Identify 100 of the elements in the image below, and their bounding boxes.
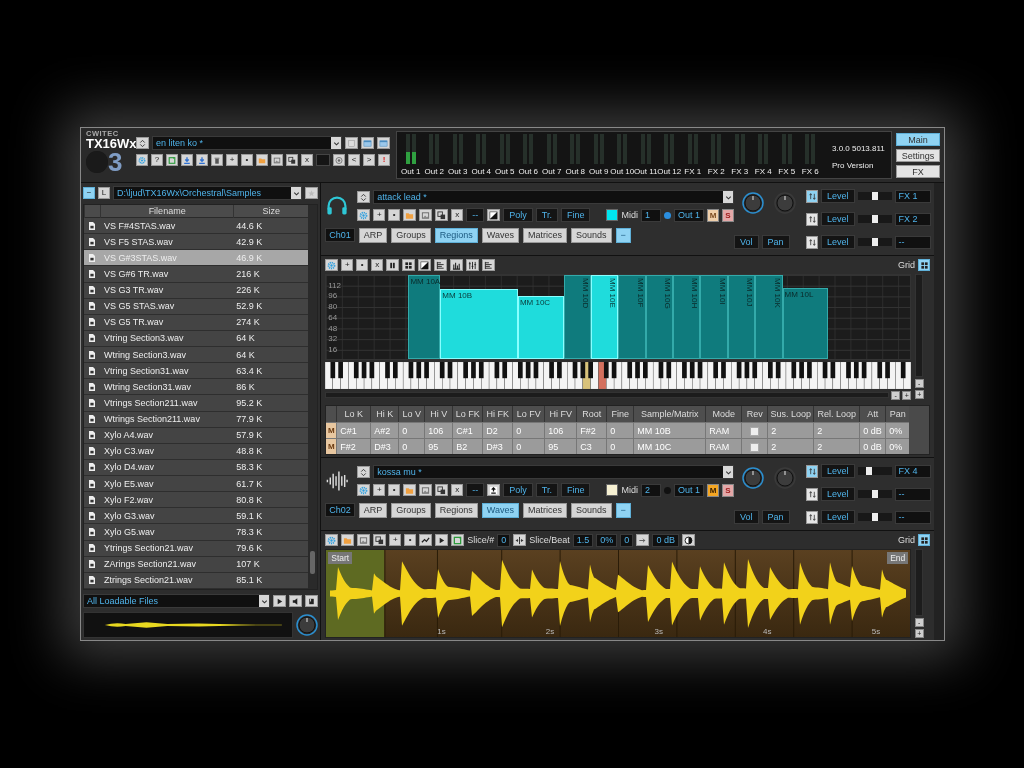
gear-button[interactable] — [357, 484, 371, 496]
contrast-button[interactable] — [487, 209, 501, 221]
level-button[interactable]: Level — [821, 464, 855, 478]
column-header[interactable]: Lo V — [398, 406, 425, 422]
send-button[interactable] — [806, 235, 818, 249]
arrow-button[interactable] — [636, 534, 650, 546]
tab[interactable]: Sounds — [571, 227, 612, 243]
grid-button[interactable] — [918, 534, 930, 546]
send-slider[interactable] — [857, 467, 892, 475]
pan-button[interactable]: Pan — [761, 235, 790, 249]
stop-button[interactable] — [305, 595, 319, 607]
output-field[interactable]: Out 1 — [674, 208, 704, 222]
copy-button[interactable] — [286, 154, 298, 166]
tab[interactable]: ARP — [358, 502, 388, 518]
scrollbar[interactable] — [308, 205, 318, 589]
column-header[interactable]: Rel. Loop — [813, 406, 860, 422]
updown-button[interactable] — [136, 137, 149, 149]
view-button[interactable]: FX — [896, 165, 940, 178]
contrast-button[interactable] — [418, 259, 432, 271]
mode-button[interactable]: Poly — [503, 208, 533, 222]
speaker-button[interactable] — [289, 595, 303, 607]
file-row[interactable]: Wtring Section3.wav 64 K — [84, 347, 309, 364]
tab[interactable]: Groups — [391, 502, 431, 518]
column-header[interactable]: Rev — [741, 406, 768, 422]
level-button[interactable]: Level — [821, 235, 855, 249]
file-row[interactable]: Xylo E5.wav 61.7 K — [84, 476, 309, 493]
mode-button[interactable]: Fine — [560, 483, 591, 497]
tab[interactable]: Matrices — [523, 502, 568, 518]
copy-button[interactable] — [435, 484, 449, 496]
column-header[interactable]: Root — [576, 406, 607, 422]
send-button[interactable] — [806, 487, 818, 501]
play-button[interactable] — [435, 534, 449, 546]
play-button[interactable] — [273, 595, 287, 607]
send-target-field[interactable]: FX 1 — [894, 189, 931, 203]
send-slider[interactable] — [857, 490, 892, 498]
file-row[interactable]: Vtring Section31.wav 63.4 K — [84, 363, 309, 380]
send-button[interactable] — [806, 510, 818, 524]
folder-button[interactable] — [403, 484, 417, 496]
view-button[interactable]: Settings — [896, 149, 940, 162]
level-button[interactable]: Level — [821, 487, 855, 501]
tool-button[interactable]: + — [373, 484, 386, 496]
rev-checkbox[interactable] — [750, 443, 760, 453]
mode-button[interactable]: Tr. — [535, 483, 558, 497]
upload-button[interactable] — [487, 484, 501, 496]
mode-button[interactable]: Tr. — [535, 208, 558, 222]
file-row[interactable]: Wtring Section31.wav 86 K — [84, 379, 309, 396]
tool-button[interactable]: x — [451, 484, 464, 496]
tool-button[interactable]: x — [371, 259, 384, 271]
value-field[interactable]: 0 — [620, 533, 634, 547]
gear-button[interactable] — [357, 209, 371, 221]
folder-button[interactable] — [341, 534, 355, 546]
mute-button[interactable]: M — [707, 483, 719, 497]
preset-dropdown[interactable]: kossa mu * — [373, 465, 734, 479]
midi-channel-field[interactable]: 2 — [641, 483, 661, 497]
dash-button[interactable]: -- — [466, 483, 485, 497]
send-button[interactable] — [806, 464, 818, 478]
file-row[interactable]: Vtrings Section211.wav 95.2 K — [84, 395, 309, 412]
mode-button[interactable]: Fine — [560, 208, 591, 222]
tool-button[interactable]: x — [451, 209, 464, 221]
tab[interactable]: Regions — [434, 227, 478, 243]
grid-button[interactable] — [918, 259, 930, 271]
level-button[interactable]: Level — [821, 510, 855, 524]
send-target-field[interactable]: FX 2 — [894, 212, 931, 226]
dash-button[interactable]: -- — [466, 208, 485, 222]
send-button[interactable] — [806, 189, 818, 203]
column-header[interactable]: Hi K — [370, 406, 399, 422]
channel-field[interactable]: Ch01 — [325, 228, 355, 242]
solo-button[interactable]: S — [722, 483, 734, 497]
color-swatch[interactable] — [606, 484, 619, 496]
scrollbar[interactable] — [325, 392, 890, 398]
column-header[interactable]: Pan — [885, 406, 910, 422]
copy-button[interactable] — [373, 534, 387, 546]
column-header[interactable]: Mode — [705, 406, 742, 422]
send-slider[interactable] — [857, 513, 892, 521]
column-header[interactable]: Lo FK — [452, 406, 483, 422]
picture-button[interactable] — [419, 484, 433, 496]
download-button[interactable] — [196, 154, 208, 166]
mute-button[interactable]: M — [707, 208, 719, 222]
solo-button[interactable]: S — [722, 208, 734, 222]
tool-button[interactable]: x — [301, 154, 313, 166]
scrollbar[interactable] — [934, 183, 944, 640]
send-target-field[interactable]: -- — [894, 235, 931, 249]
knob[interactable] — [296, 614, 319, 636]
gear-button[interactable] — [325, 259, 339, 271]
file-row[interactable]: Xylo F2.wav 80.8 K — [84, 492, 309, 509]
list-button[interactable] — [482, 259, 496, 271]
tool-button[interactable]: + — [226, 154, 238, 166]
loop-button[interactable] — [451, 534, 465, 546]
tool-button[interactable]: • — [404, 534, 417, 546]
split-button[interactable] — [513, 534, 527, 546]
bars-button[interactable] — [450, 259, 464, 271]
knob[interactable] — [742, 467, 764, 489]
column-header[interactable]: Hi FK — [482, 406, 513, 422]
region-map-background[interactable]: 112 96 80 64 48 32 16 MM 10A MM 10B MM 10C MM 10D MM 10E MM 10F MM 10G MM 10H MM 10I MM 10J MM 10K MM 10L — [325, 274, 912, 360]
mode-button[interactable]: Poly — [503, 483, 533, 497]
filter-dropdown[interactable]: All Loadable Files — [83, 594, 271, 608]
download-button[interactable] — [181, 154, 193, 166]
value-field[interactable]: 1.5 — [572, 533, 594, 547]
column-header[interactable]: Hi V — [424, 406, 453, 422]
tool-button[interactable]: + — [373, 209, 386, 221]
